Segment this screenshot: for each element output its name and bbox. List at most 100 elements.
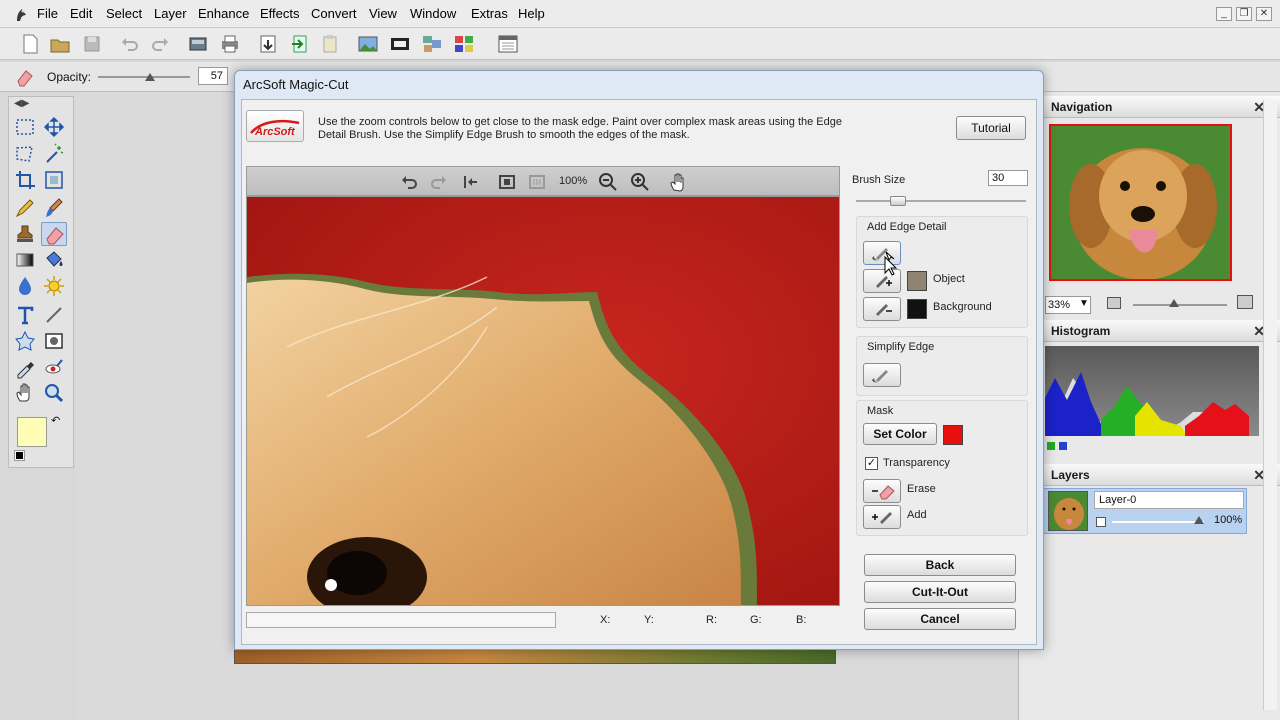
fit-window-icon[interactable] — [497, 172, 517, 192]
opacity-slider-thumb[interactable] — [145, 73, 156, 81]
foreground-color-swatch[interactable] — [17, 417, 47, 447]
lasso-icon[interactable] — [12, 142, 38, 166]
undo-icon[interactable] — [118, 32, 142, 56]
opacity-value[interactable]: 57 — [198, 67, 228, 85]
eraser-tool-icon[interactable] — [41, 222, 67, 246]
picture-icon[interactable] — [356, 32, 380, 56]
layer-opacity-slider[interactable] — [1112, 521, 1204, 523]
mask-preview-canvas[interactable] — [246, 196, 840, 606]
pan-hand-icon[interactable] — [667, 171, 689, 193]
app-icon[interactable] — [12, 5, 30, 23]
background-brush-button[interactable] — [863, 297, 901, 321]
restore-icon[interactable]: ❐ — [1236, 7, 1252, 21]
close-icon[interactable]: ✕ — [1256, 7, 1272, 21]
panels-scrollbar[interactable] — [1263, 100, 1277, 710]
fill-bucket-icon[interactable] — [41, 248, 67, 272]
scan-icon[interactable] — [186, 32, 210, 56]
clipboard-icon[interactable] — [318, 32, 342, 56]
menu-effects[interactable]: Effects — [260, 6, 300, 21]
back-button[interactable]: Back — [864, 554, 1016, 576]
navigation-zoom-thumb[interactable] — [1169, 299, 1179, 307]
stamp-icon[interactable] — [12, 222, 38, 246]
transparency-checkbox[interactable]: ✓ — [865, 457, 878, 470]
set-color-button[interactable]: Set Color — [863, 423, 937, 445]
histogram-green-channel-icon[interactable] — [1047, 442, 1055, 450]
crop-icon[interactable] — [12, 168, 38, 192]
menu-convert[interactable]: Convert — [311, 6, 357, 21]
layer-opacity-thumb[interactable] — [1194, 516, 1204, 524]
viewport-reset-icon[interactable] — [461, 172, 481, 192]
erase-button[interactable] — [863, 479, 901, 503]
zoom-icon[interactable] — [41, 381, 67, 405]
swap-colors-icon[interactable]: ↶ — [51, 414, 60, 427]
eyedropper-icon[interactable] — [12, 355, 38, 379]
save-icon[interactable] — [80, 32, 104, 56]
text-icon[interactable] — [12, 303, 38, 327]
menu-help[interactable]: Help — [518, 6, 545, 21]
menu-enhance[interactable]: Enhance — [198, 6, 249, 21]
menu-window[interactable]: Window — [410, 6, 456, 21]
menu-select[interactable]: Select — [106, 6, 142, 21]
menu-view[interactable]: View — [369, 6, 397, 21]
navigation-zoom-dropdown-icon[interactable]: ▼ — [1079, 298, 1089, 309]
film-icon[interactable] — [388, 32, 412, 56]
menu-extras[interactable]: Extras — [471, 6, 508, 21]
zoom-in-icon[interactable] — [629, 171, 651, 193]
menu-bar: File Edit Select Layer Enhance Effects C… — [0, 0, 1280, 28]
redo-icon[interactable] — [148, 32, 172, 56]
actual-size-icon[interactable] — [527, 172, 547, 192]
export-icon[interactable] — [288, 32, 312, 56]
grid-icon[interactable] — [452, 32, 476, 56]
minimize-icon[interactable]: _ — [1216, 7, 1232, 21]
object-color-swatch[interactable] — [907, 271, 927, 291]
tutorial-button[interactable]: Tutorial — [956, 116, 1026, 140]
zoom-in-picture-icon[interactable] — [1237, 295, 1253, 309]
magic-wand-icon[interactable] — [41, 142, 67, 166]
import-icon[interactable] — [256, 32, 280, 56]
navigation-zoom-slider[interactable] — [1133, 304, 1227, 306]
collage-icon[interactable] — [420, 32, 444, 56]
marquee-icon[interactable] — [12, 115, 38, 139]
mask-color-swatch[interactable] — [943, 425, 963, 445]
zoom-out-icon[interactable] — [597, 171, 619, 193]
cancel-button[interactable]: Cancel — [864, 608, 1016, 630]
background-color-swatch[interactable] — [907, 299, 927, 319]
brush-icon[interactable] — [41, 196, 67, 220]
layer-row[interactable]: Layer-0 100% — [1043, 488, 1247, 534]
viewport-undo-icon[interactable] — [399, 172, 419, 192]
default-colors-icon[interactable] — [14, 450, 25, 461]
frame-icon[interactable] — [41, 329, 67, 353]
zoom-out-picture-icon[interactable] — [1107, 297, 1121, 309]
line-icon[interactable] — [41, 303, 67, 327]
layer-transparency-icon[interactable] — [1096, 517, 1106, 527]
menu-edit[interactable]: Edit — [70, 6, 92, 21]
menu-file[interactable]: File — [37, 6, 58, 21]
eraser-icon[interactable] — [14, 66, 36, 88]
calendar-icon[interactable] — [496, 32, 520, 56]
print-icon[interactable] — [218, 32, 242, 56]
gradient-icon[interactable] — [12, 248, 38, 272]
add-button[interactable] — [863, 505, 901, 529]
cut-it-out-button[interactable]: Cut-It-Out — [864, 581, 1016, 603]
brush-size-slider[interactable] — [856, 200, 1026, 202]
drop-icon[interactable] — [12, 274, 38, 298]
menu-layer[interactable]: Layer — [154, 6, 187, 21]
brush-size-value[interactable]: 30 — [988, 170, 1028, 186]
transform-icon[interactable] — [41, 168, 67, 192]
red-eye-icon[interactable] — [41, 355, 67, 379]
open-icon[interactable] — [48, 32, 72, 56]
shape-icon[interactable] — [12, 329, 38, 353]
navigation-thumbnail[interactable] — [1049, 124, 1232, 281]
hand-icon[interactable] — [12, 381, 38, 405]
new-icon[interactable] — [18, 32, 42, 56]
histogram-blue-channel-icon[interactable] — [1059, 442, 1067, 450]
brush-size-thumb[interactable] — [890, 196, 906, 206]
toolbox-expand-icon[interactable]: ◀▶ — [14, 98, 29, 109]
pencil-icon[interactable] — [12, 196, 38, 220]
sun-icon[interactable] — [41, 274, 67, 298]
layer-name[interactable]: Layer-0 — [1094, 491, 1244, 509]
opacity-slider[interactable] — [98, 73, 190, 81]
simplify-edge-brush-button[interactable] — [863, 363, 901, 387]
move-icon[interactable] — [41, 115, 67, 139]
viewport-redo-icon[interactable] — [429, 172, 449, 192]
